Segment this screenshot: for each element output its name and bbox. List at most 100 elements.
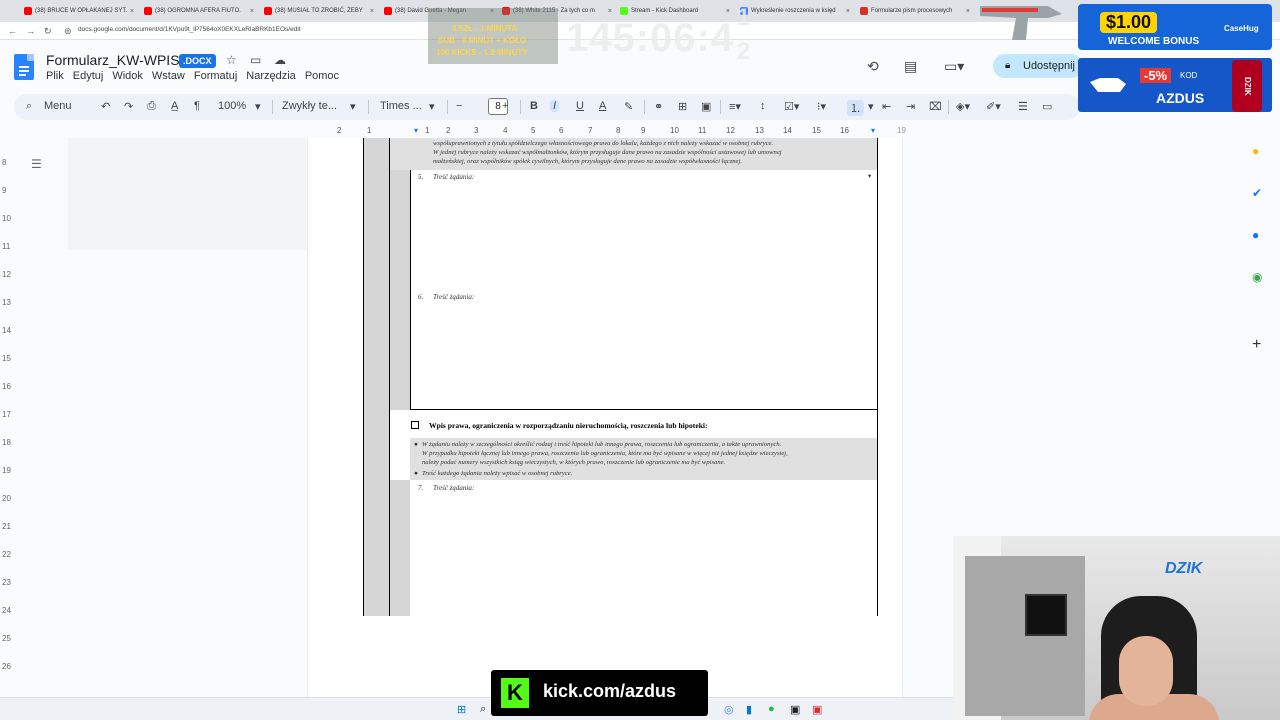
instruction-line: należy podać numery wszystkich ksiąg wie… [422,459,726,466]
close-tab-icon[interactable]: × [370,8,378,15]
style-select[interactable]: Zwykły te... [282,100,337,112]
close-tab-icon[interactable]: × [130,8,138,15]
section-checkbox[interactable] [411,421,419,429]
browser-tab[interactable]: Wykreślenie roszczenia w księd × [736,3,854,19]
font-select[interactable]: Times ... [380,100,422,112]
style-chevron-down-icon[interactable]: ▾ [350,100,356,113]
line-spacing-icon[interactable]: ↕ [760,100,766,112]
close-tab-icon[interactable]: × [250,8,258,15]
back-icon[interactable]: ← [8,26,17,36]
checklist-icon[interactable]: ☑▾ [784,100,799,113]
webcam-shelves [965,556,1085,716]
donation-line: SUB - 8 MINUT + KOŁO [438,36,527,45]
text-color-icon[interactable]: A [599,100,606,112]
bold-icon[interactable]: B [530,100,538,112]
share-button[interactable]: 🔒︎ Udostępnij [993,54,1083,78]
discount-badge: -5% [1140,68,1172,83]
border-width-icon[interactable]: ☰ [1018,100,1028,113]
browser-tab[interactable]: (38) BRUCE W OPŁAKANEJ SYT. × [20,3,138,19]
decrease-font-size-icon[interactable]: − [456,100,462,112]
highlight-icon[interactable]: ✎ [624,100,633,113]
menu-format[interactable]: Formatuj [194,70,237,82]
outline-icon[interactable]: ☰ [31,157,42,171]
keep-icon[interactable]: ● [1252,144,1259,158]
history-icon[interactable]: ⟲ [867,58,879,75]
decrease-indent-icon[interactable]: ⇤ [882,100,891,113]
meet-icon[interactable]: ▭▾ [944,58,964,75]
zoom-chevron-down-icon[interactable]: ▾ [255,100,261,113]
paint-format-icon[interactable]: ¶ [194,100,200,112]
bulleted-list-icon[interactable]: ⁝▾ [817,100,826,113]
numbered-list-chevron-icon[interactable]: ▾ [868,100,874,113]
cloud-status-icon[interactable]: ☁ [274,53,286,67]
fill-color-icon[interactable]: ◈▾ [956,100,970,113]
star-icon[interactable]: ☆ [226,53,237,67]
spotify-icon[interactable]: ● [768,703,775,715]
reload-icon[interactable]: ↻ [44,26,52,37]
horizontal-ruler[interactable]: 2 1 ▾ 1 2 3 4 5 6 7 8 9 10 11 12 13 14 1… [307,126,906,138]
app-icon[interactable]: ▣ [812,703,822,716]
tasks-icon[interactable]: ✔ [1252,186,1262,200]
forward-icon[interactable]: → [26,26,35,36]
promo-code-banner[interactable]: -5% KOD AZDUS DZIK [1078,58,1272,112]
increase-font-size-icon[interactable]: + [502,100,508,112]
image-icon[interactable]: ▣ [701,100,711,113]
redo-icon[interactable]: ↷ [124,100,133,113]
item-number: 5. [418,173,424,181]
browser-tab[interactable]: Formularze pism procesowych × [856,3,974,19]
italic-icon[interactable]: I [550,100,560,112]
site-info-icon[interactable]: ⊜ [64,26,72,37]
close-tab-icon[interactable]: × [608,8,616,15]
numbered-list-icon[interactable]: ⒈ [847,100,864,116]
maps-icon[interactable]: ◉ [1252,270,1262,284]
right-margin-marker-icon[interactable]: ▾ [871,126,875,135]
close-tab-icon[interactable]: × [846,8,854,15]
indent-marker-icon[interactable]: ▾ [414,126,418,135]
menu-view[interactable]: Widok [112,70,143,82]
terminal-icon[interactable]: ▣ [790,703,800,716]
increase-indent-icon[interactable]: ⇥ [906,100,915,113]
menu-edit[interactable]: Edytuj [73,70,104,82]
document-title[interactable]: Formularz_KW-WPIS [46,52,180,68]
dropdown-arrow-icon[interactable]: ▾ [868,172,871,182]
border-dash-icon[interactable]: ▭ [1042,100,1052,113]
clear-formatting-icon[interactable]: ⌧ [929,100,942,113]
close-tab-icon[interactable]: × [726,8,734,15]
url-field[interactable]: docs.google.com/document/d/1KVpu9t_lP756… [78,26,301,33]
spellcheck-icon[interactable]: A̲ [171,100,178,112]
request-content-field[interactable] [412,494,876,614]
browser-tab[interactable]: (38) OGROMNA AFERA FIUTO. × [140,3,258,19]
casino-ad-banner[interactable]: $1.00 WELCOME BONUS CaseHug [1078,4,1272,50]
contacts-icon[interactable]: ● [1252,228,1259,242]
border-color-icon[interactable]: ✐▾ [986,100,1001,113]
divider [644,100,645,114]
app-icon[interactable]: ▮ [746,703,752,716]
form-border [363,138,364,616]
add-addon-icon[interactable]: + [1252,336,1261,354]
request-content-field[interactable] [412,184,876,292]
chrome-icon[interactable]: ◎ [724,703,734,716]
zoom-select[interactable]: 100% [218,100,246,112]
font-chevron-down-icon[interactable]: ▾ [429,100,435,113]
comment-icon[interactable]: ⊞ [678,100,687,113]
menu-search-label[interactable]: Menu [44,100,72,112]
request-content-field[interactable] [412,304,876,408]
menu-help[interactable]: Pomoc [305,70,339,82]
close-tab-icon[interactable]: × [966,8,974,15]
menu-insert[interactable]: Wstaw [152,70,185,82]
align-icon[interactable]: ≡▾ [729,100,741,113]
menu-tools[interactable]: Narzędzia [246,70,296,82]
link-icon[interactable]: ⚭ [654,100,663,113]
windows-start-icon[interactable]: ⊞ [457,703,466,716]
menu-file[interactable]: Plik [46,70,64,82]
browser-tab[interactable]: (38) MUSIAŁ TO ZROBIĆ, ŻEBY × [260,3,378,19]
comments-icon[interactable]: ▤ [904,58,917,75]
search-icon[interactable]: ⌕ [480,703,486,716]
docs-toolbar: ⌕ Menu ↶ ↷ ⎙ A̲ ¶ 100% ▾ Zwykły te... ▾ … [14,94,1080,120]
underline-icon[interactable]: U [576,100,584,112]
undo-icon[interactable]: ↶ [101,100,110,113]
print-icon[interactable]: ⎙ [147,100,156,113]
search-menus-icon[interactable]: ⌕ [26,100,32,113]
docs-logo-icon[interactable] [14,54,34,80]
move-folder-icon[interactable]: ▭ [250,53,261,67]
